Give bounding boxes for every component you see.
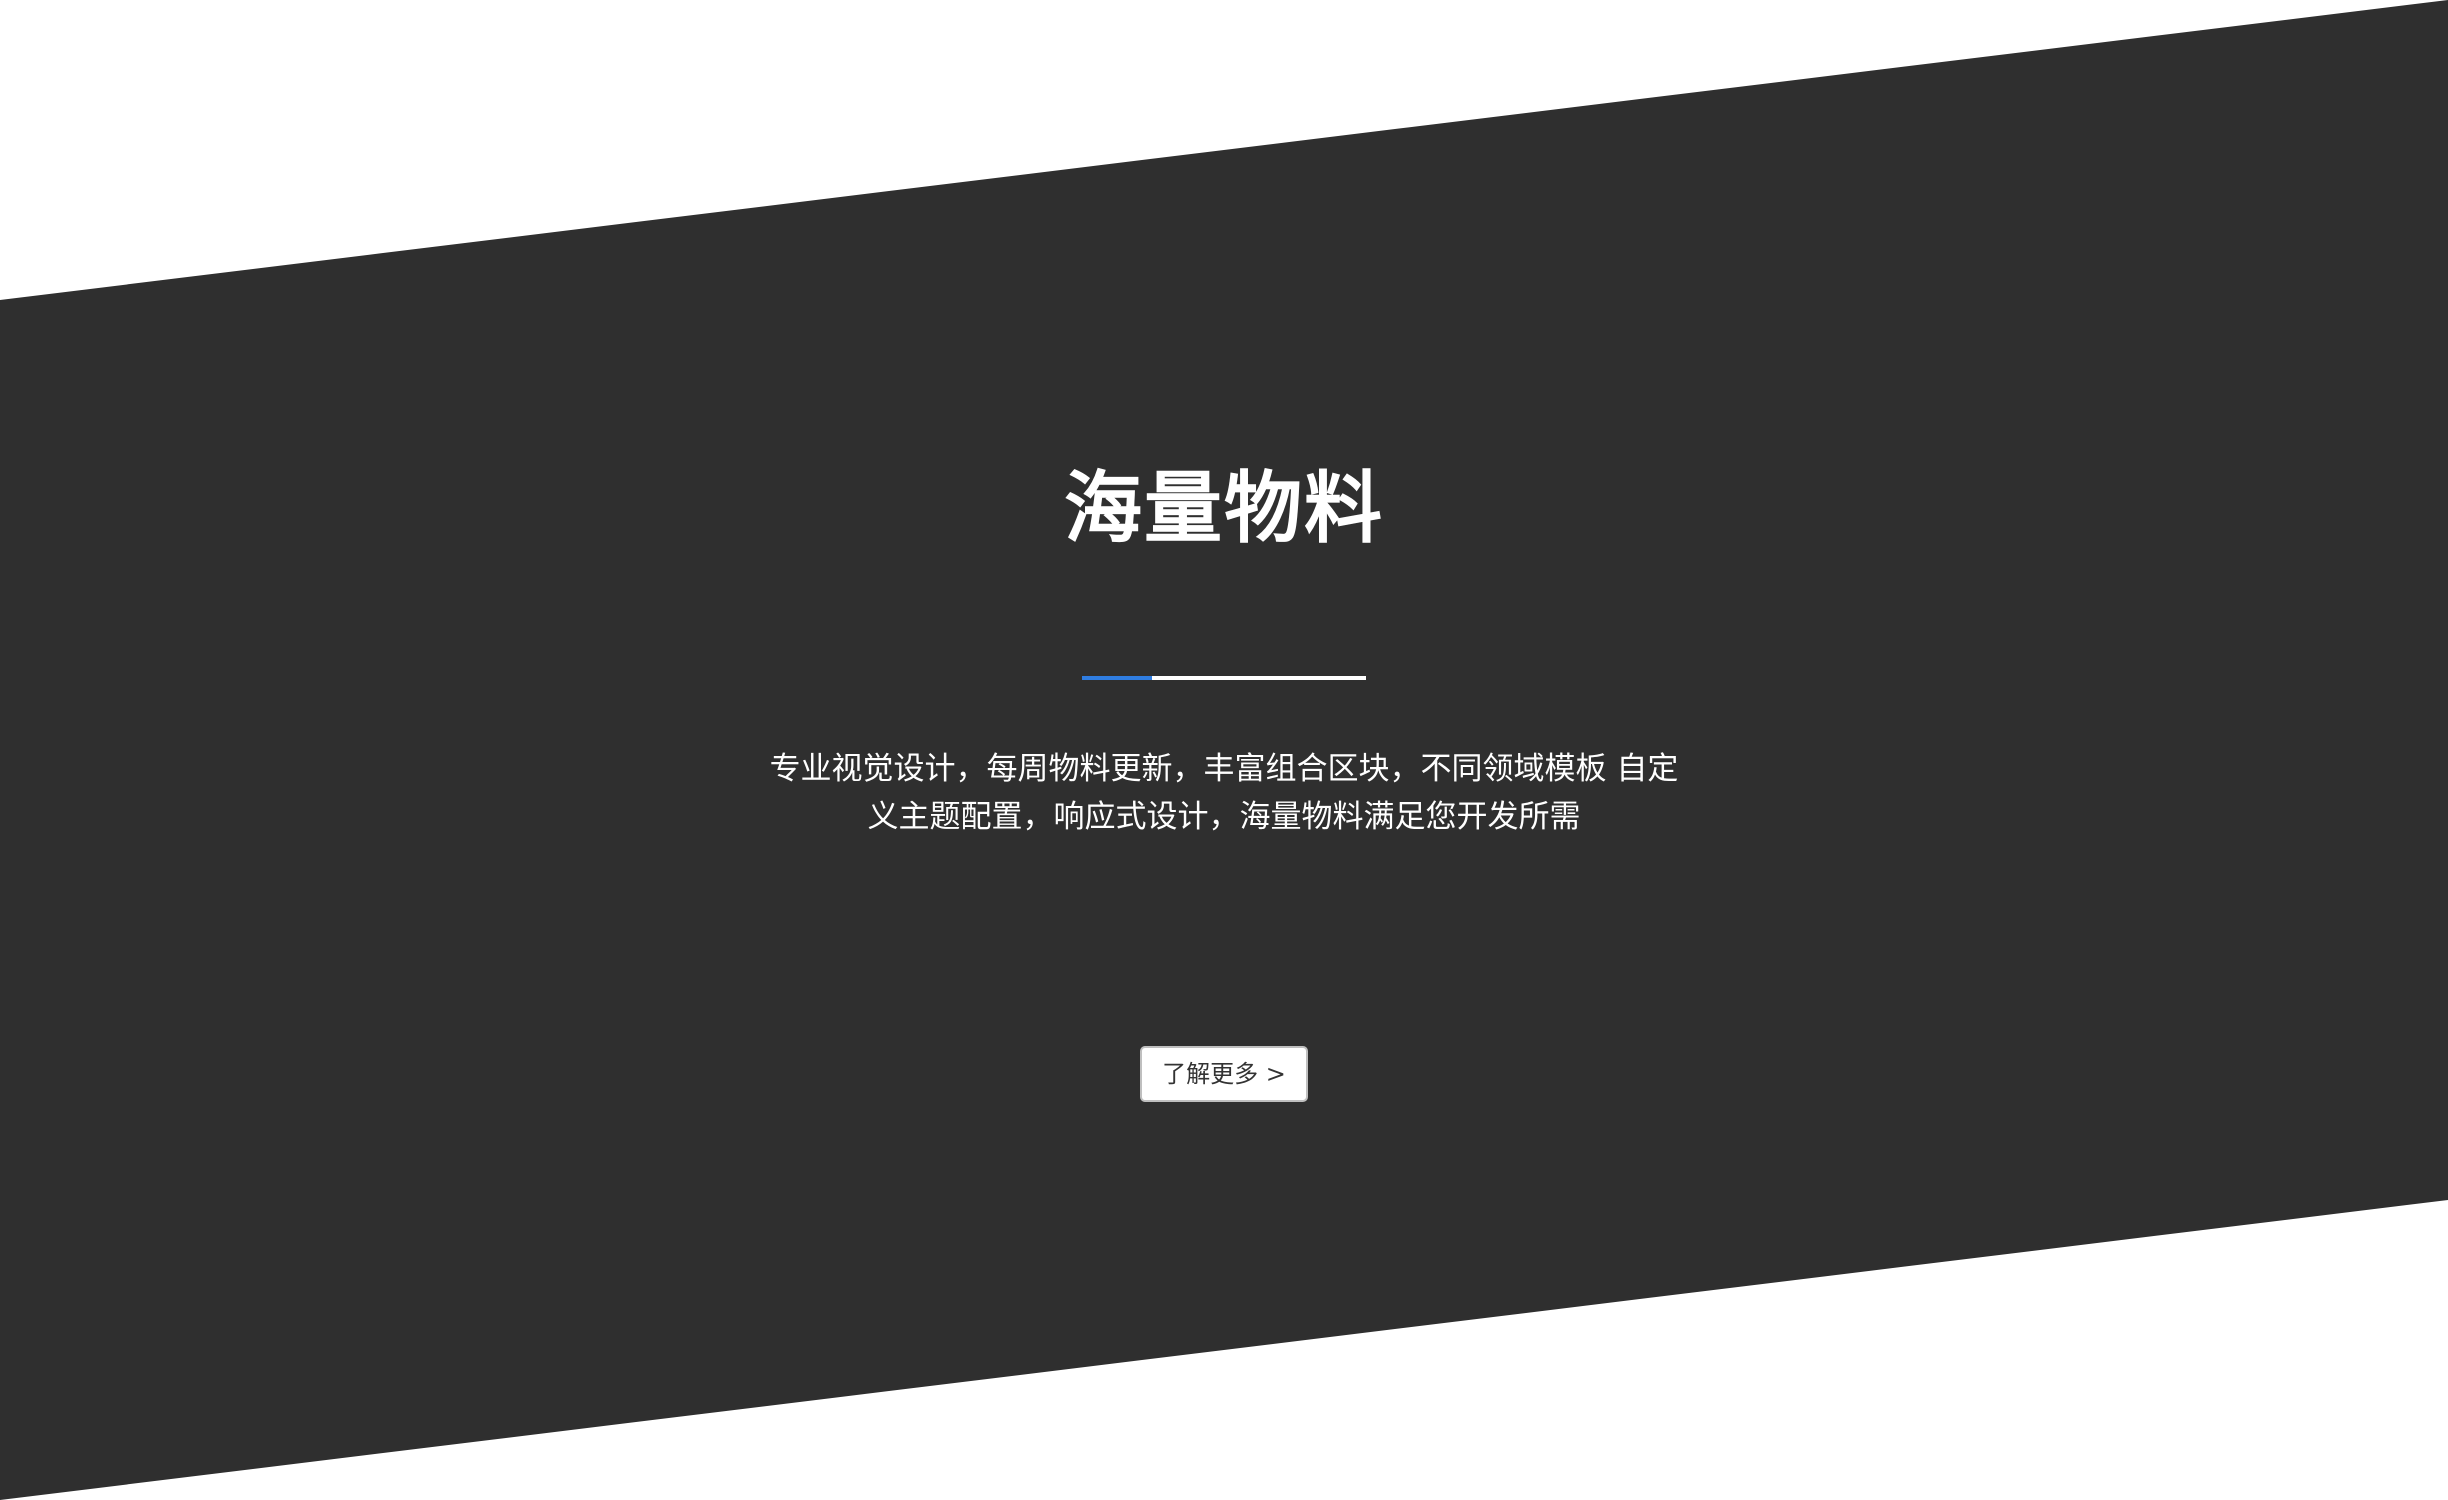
hero-title: 海量物料	[1063, 463, 1384, 554]
hero-page: 海量物料 专业视觉设计，每周物料更新，丰富组合区块，不同领域模板 自定义主题配置…	[0, 0, 2448, 1500]
divider-accent	[1082, 676, 1152, 680]
hero-description: 专业视觉设计，每周物料更新，丰富组合区块，不同领域模板 自定义主题配置，响应式设…	[769, 751, 1679, 835]
learn-more-button[interactable]: 了解更多 >	[1140, 1046, 1308, 1102]
hero-content: 海量物料 专业视觉设计，每周物料更新，丰富组合区块，不同领域模板 自定义主题配置…	[0, 0, 2448, 1500]
title-divider	[1082, 676, 1366, 680]
